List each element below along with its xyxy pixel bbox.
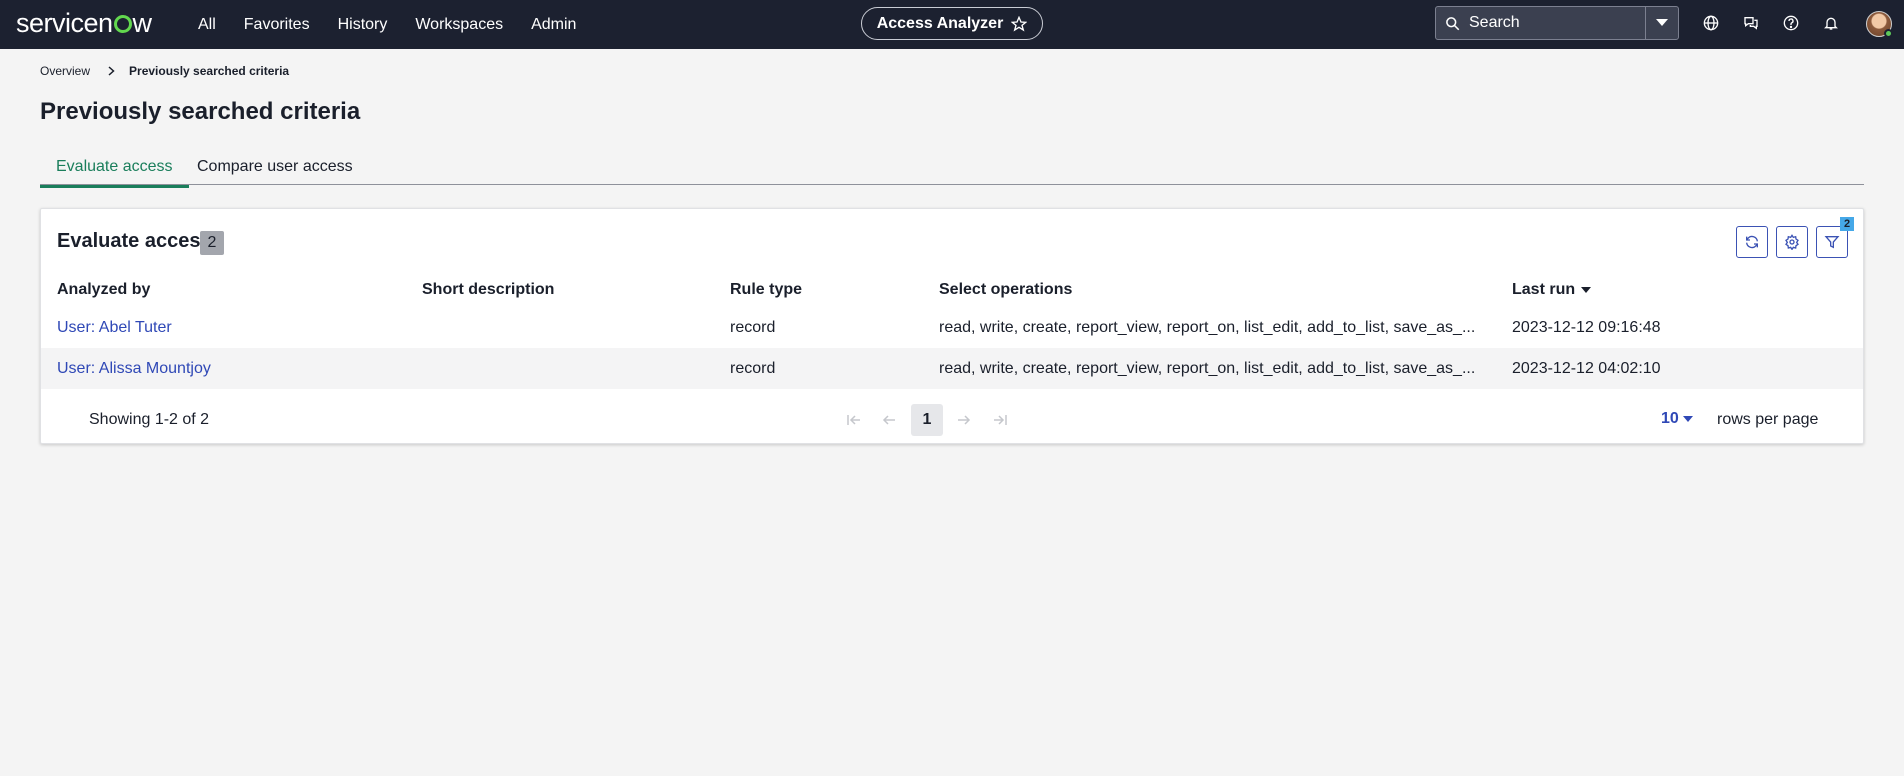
breadcrumb-overview[interactable]: Overview xyxy=(40,64,90,78)
last-page-icon[interactable] xyxy=(991,411,1009,429)
breadcrumb-current: Previously searched criteria xyxy=(129,64,290,78)
chevron-right-icon xyxy=(108,66,115,76)
tab-evaluate-access[interactable]: Evaluate access xyxy=(40,158,188,188)
help-icon[interactable] xyxy=(1780,12,1802,34)
column-select-operations[interactable]: Select operations xyxy=(939,273,1512,307)
settings-button[interactable] xyxy=(1776,226,1808,258)
online-status-dot xyxy=(1884,29,1893,38)
filter-button[interactable]: 2 xyxy=(1816,217,1854,258)
gear-icon xyxy=(1785,234,1799,250)
nav-links: All Favorites History Workspaces Admin xyxy=(198,0,604,49)
table-header-row: Analyzed by Short description Rule type … xyxy=(41,273,1863,307)
column-analyzed-by[interactable]: Analyzed by xyxy=(41,273,422,307)
global-search xyxy=(1435,6,1679,40)
showing-count: Showing 1-2 of 2 xyxy=(89,411,210,428)
user-avatar[interactable] xyxy=(1866,11,1893,38)
rule-type-cell: record xyxy=(730,348,939,389)
rows-per-page-value: 10 xyxy=(1661,410,1679,427)
card-title: Evaluate access xyxy=(57,230,212,252)
page-title: Previously searched criteria xyxy=(40,98,361,125)
rows-per-page-label: rows per page xyxy=(1717,411,1819,428)
nav-all[interactable]: All xyxy=(198,16,216,34)
chat-icon[interactable] xyxy=(1740,12,1762,34)
pagination-bar: Showing 1-2 of 2 1 10 rows per page xyxy=(41,397,1863,443)
column-last-run[interactable]: Last run xyxy=(1512,273,1863,307)
caret-down-icon xyxy=(1656,19,1668,26)
search-scope-dropdown[interactable] xyxy=(1645,7,1678,39)
nav-workspaces[interactable]: Workspaces xyxy=(415,16,503,34)
app-name: Access Analyzer xyxy=(876,14,1004,32)
nav-history[interactable]: History xyxy=(338,16,388,34)
current-page-button[interactable]: 1 xyxy=(911,404,943,436)
first-page-icon[interactable] xyxy=(845,411,863,429)
breadcrumb: Overview Previously searched criteria xyxy=(40,64,289,78)
notification-bell-icon[interactable] xyxy=(1820,12,1842,34)
table-row: User: Abel Tuter record read, write, cre… xyxy=(41,307,1863,348)
last-run-cell: 2023-12-12 04:02:10 xyxy=(1512,348,1863,389)
column-rule-type[interactable]: Rule type xyxy=(730,273,939,307)
caret-down-icon xyxy=(1682,416,1693,422)
short-description-cell xyxy=(422,307,730,348)
operations-cell: read, write, create, report_view, report… xyxy=(939,348,1512,389)
evaluate-access-table: Analyzed by Short description Rule type … xyxy=(41,273,1863,389)
analyzed-by-link[interactable]: User: Abel Tuter xyxy=(57,319,172,336)
tab-bar: Evaluate access Compare user access xyxy=(40,152,1864,188)
nav-favorites[interactable]: Favorites xyxy=(244,16,310,34)
nav-admin[interactable]: Admin xyxy=(531,16,576,34)
app-name-pill[interactable]: Access Analyzer xyxy=(861,7,1043,40)
column-short-description[interactable]: Short description xyxy=(422,273,730,307)
record-count-badge: 2 xyxy=(200,231,224,255)
refresh-button[interactable] xyxy=(1736,226,1768,258)
sort-descending-icon xyxy=(1581,287,1592,293)
evaluate-access-card: Evaluate access 2 2 Analyzed by Short de… xyxy=(40,208,1864,444)
filter-icon xyxy=(1824,236,1840,249)
refresh-icon xyxy=(1746,235,1758,249)
servicenow-logo[interactable]: servicen w xyxy=(16,8,152,39)
tab-compare-user-access[interactable]: Compare user access xyxy=(197,158,353,176)
previous-page-icon[interactable] xyxy=(880,411,898,429)
star-icon[interactable] xyxy=(1011,15,1028,32)
rows-per-page-select[interactable]: 10 xyxy=(1661,410,1693,428)
next-page-icon[interactable] xyxy=(955,411,973,429)
operations-cell: read, write, create, report_view, report… xyxy=(939,318,1476,336)
short-description-cell xyxy=(422,348,730,389)
rule-type-cell: record xyxy=(730,318,776,336)
top-navigation: servicen w All Favorites History Workspac… xyxy=(0,0,1904,49)
analyzed-by-link[interactable]: User: Alissa Mountjoy xyxy=(57,360,211,377)
search-icon xyxy=(1446,17,1460,31)
filter-count-badge: 2 xyxy=(1840,217,1854,231)
last-run-cell: 2023-12-12 09:16:48 xyxy=(1512,318,1661,336)
table-row: User: Alissa Mountjoy record read, write… xyxy=(41,348,1863,389)
search-input[interactable] xyxy=(1469,11,1644,35)
column-last-run-label: Last run xyxy=(1512,281,1576,298)
globe-icon[interactable] xyxy=(1700,12,1722,34)
